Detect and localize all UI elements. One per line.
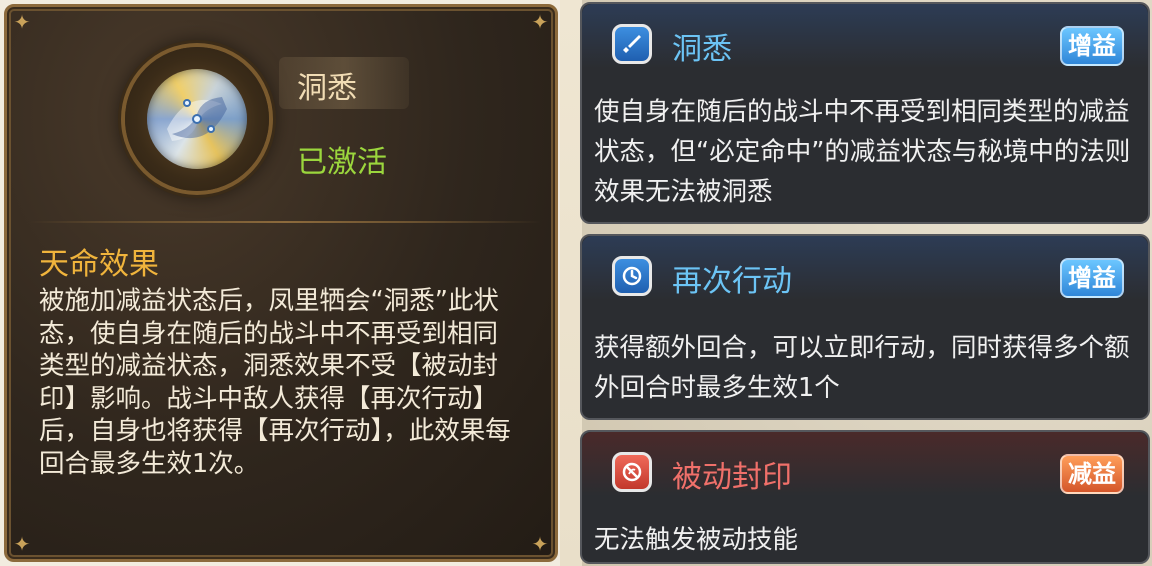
skill-status: 已激活 xyxy=(297,145,387,180)
corner-ornament-icon: ✦ xyxy=(531,532,549,556)
buff-badge: 增益 xyxy=(1060,26,1124,66)
card-header: 被动封印 减益 xyxy=(582,432,1148,496)
no-spell-icon xyxy=(612,452,652,492)
section-title: 天命效果 xyxy=(39,247,159,282)
card-description: 无法触发被动技能 xyxy=(594,525,799,555)
status-card-passive-seal: 被动封印 减益 无法触发被动技能 xyxy=(580,430,1150,564)
card-header: 再次行动 增益 xyxy=(582,236,1148,300)
skill-name: 洞悉 xyxy=(297,71,357,106)
card-header: 洞悉 增益 xyxy=(582,4,1148,68)
skill-emblem-icon[interactable] xyxy=(125,47,269,191)
background-gap xyxy=(560,0,582,566)
card-title: 被动封印 xyxy=(672,460,792,495)
debuff-badge: 减益 xyxy=(1060,454,1124,494)
divider xyxy=(29,221,541,223)
skill-description: 被施加减益状态后，凤里牺会“洞悉”此状态，使自身在随后的战斗中不再受到相同类型的… xyxy=(39,286,511,479)
swirl-orb-icon xyxy=(147,69,247,169)
card-description: 获得额外回合，可以立即行动，同时获得多个额外回合时最多生效1个 xyxy=(594,333,1130,403)
sword-icon xyxy=(612,24,652,64)
card-description: 使自身在随后的战斗中不再受到相同类型的减益状态，但“必定命中”的减益状态与秘境中… xyxy=(594,97,1131,207)
status-card-extra-turn: 再次行动 增益 获得额外回合，可以立即行动，同时获得多个额外回合时最多生效1个 xyxy=(580,234,1150,420)
status-card-insight: 洞悉 增益 使自身在随后的战斗中不再受到相同类型的减益状态，但“必定命中”的减益… xyxy=(580,2,1150,224)
corner-ornament-icon: ✦ xyxy=(13,532,31,556)
card-title: 洞悉 xyxy=(672,32,732,67)
corner-ornament-icon: ✦ xyxy=(13,10,31,34)
clock-icon xyxy=(612,256,652,296)
buff-badge: 增益 xyxy=(1060,258,1124,298)
skill-detail-panel: ✦ ✦ ✦ ✦ 洞悉 已激活 天命效果 被施加减益状态后，凤里牺会“洞悉”此状态… xyxy=(4,4,558,562)
corner-ornament-icon: ✦ xyxy=(531,10,549,34)
card-title: 再次行动 xyxy=(672,264,792,299)
